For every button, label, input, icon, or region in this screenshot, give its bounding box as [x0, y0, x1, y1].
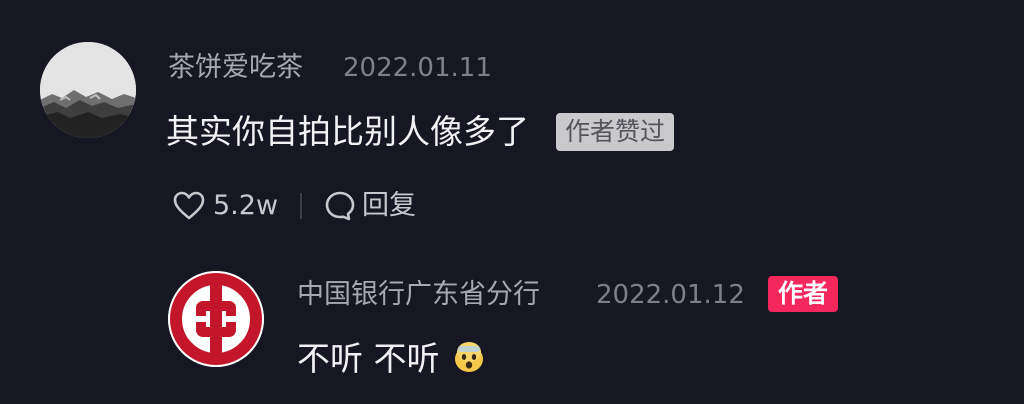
bank-of-china-logo-icon — [168, 271, 264, 367]
comment-actions: 5.2w 回复 — [173, 186, 416, 226]
reply-author-name[interactable]: 中国银行广东省分行 — [297, 275, 540, 315]
reply-button[interactable]: 回复 — [362, 186, 416, 226]
speech-bubble-icon[interactable] — [324, 190, 356, 222]
avatar[interactable] — [40, 42, 136, 138]
like-count: 5.2w — [213, 190, 279, 221]
comment-author-name[interactable]: 茶饼爱吃茶 — [168, 48, 303, 88]
actions-divider — [300, 193, 303, 219]
reply-text: 不听 不听 — [297, 339, 440, 378]
author-liked-badge: 作者赞过 — [556, 113, 675, 151]
comment-text: 其实你自拍比别人像多了 — [166, 112, 529, 151]
comment-date: 2022.01.11 — [343, 53, 492, 83]
comment-thread: 茶饼爱吃茶 2022.01.11 其实你自拍比别人像多了 作者赞过 5.2w 回… — [0, 0, 1024, 404]
avatar-landscape-image — [40, 42, 136, 138]
author-badge: 作者 — [768, 276, 839, 312]
reply-date: 2022.01.12 — [596, 280, 745, 310]
heart-icon[interactable] — [173, 191, 205, 221]
shocked-face-icon — [452, 340, 486, 374]
bank-logo-avatar[interactable] — [168, 271, 264, 367]
